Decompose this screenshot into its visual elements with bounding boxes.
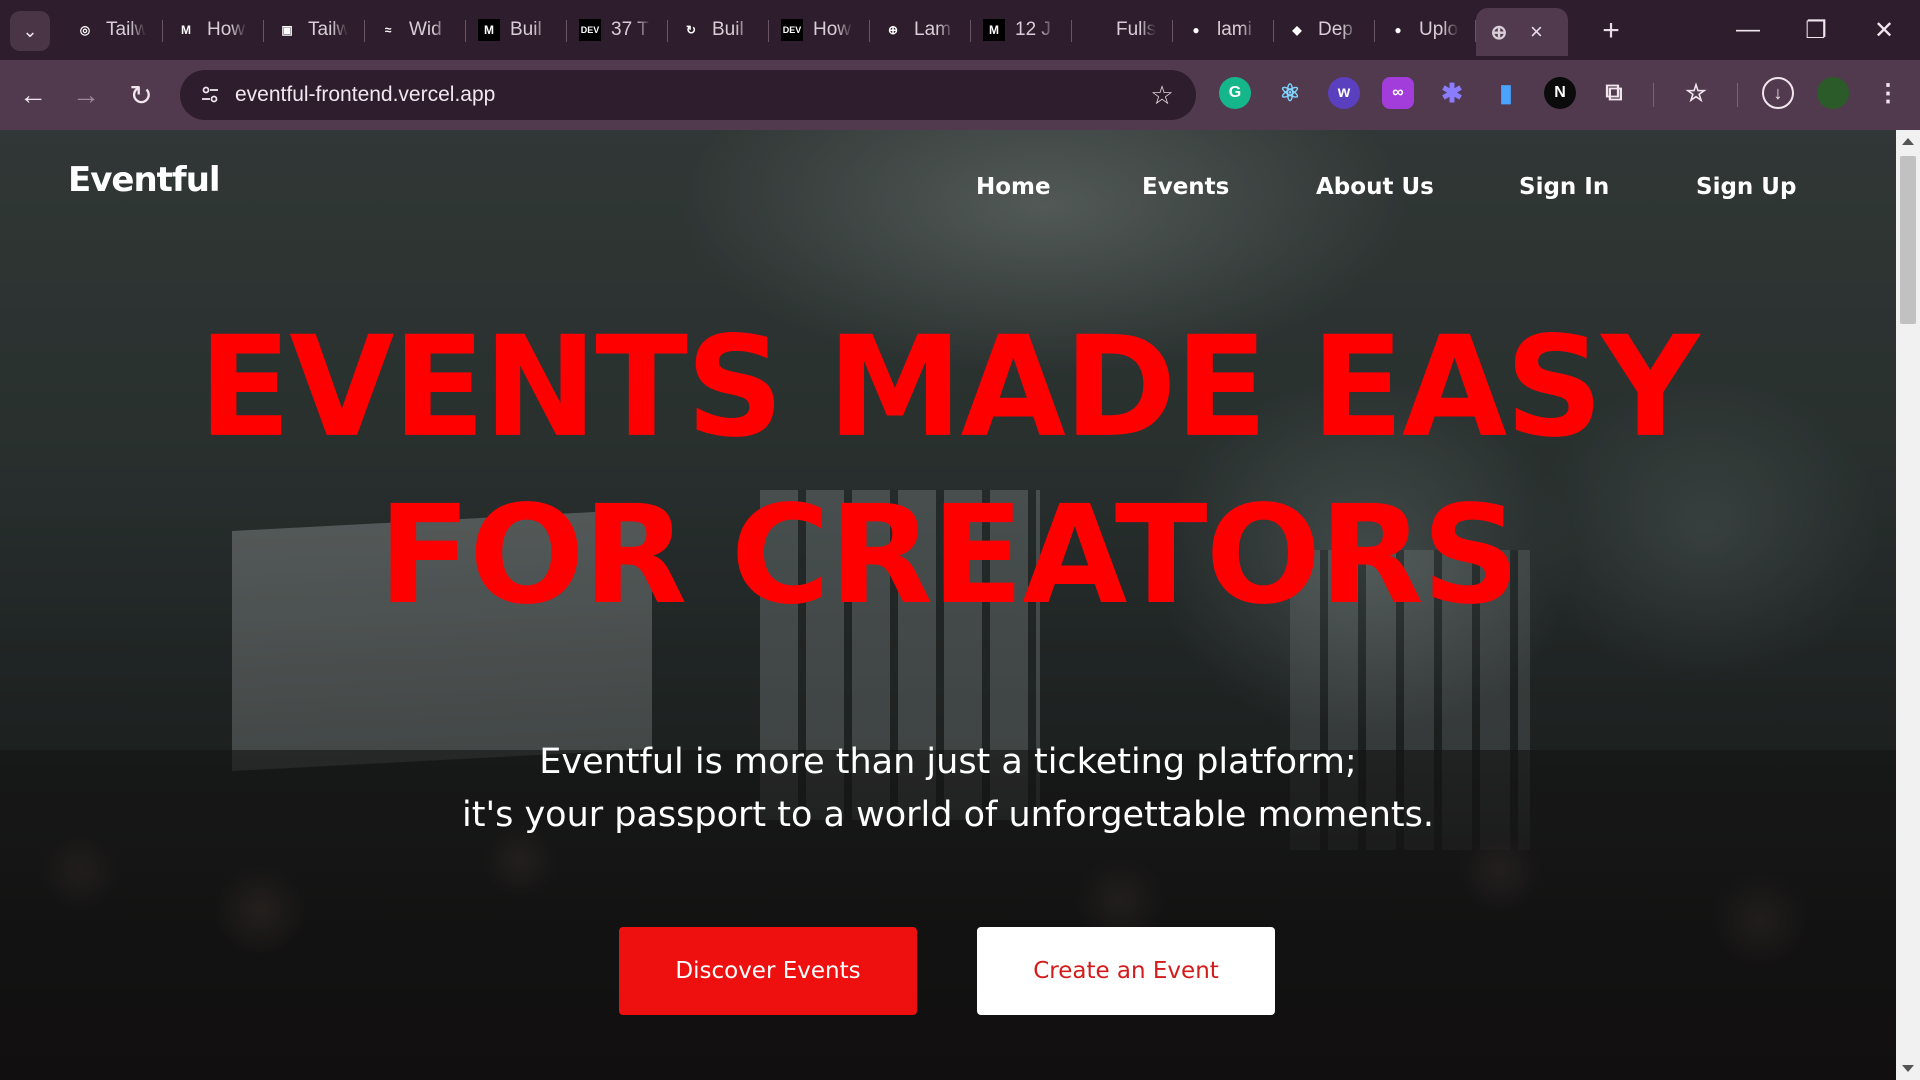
- browser-tab[interactable]: ↻ Buil: [668, 8, 769, 52]
- scroll-up-icon[interactable]: [1902, 138, 1914, 145]
- browser-tab[interactable]: ● Uplo: [1375, 8, 1476, 52]
- blank-icon: [1084, 19, 1106, 41]
- globe-icon: ⊕: [882, 19, 904, 41]
- tab-search-button[interactable]: ⌄: [10, 11, 50, 51]
- new-tab-button[interactable]: +: [1594, 14, 1628, 48]
- extension-purple-icon[interactable]: ∞: [1382, 77, 1414, 109]
- back-button[interactable]: ←: [15, 77, 51, 113]
- hero-subtext: Eventful is more than just a ticketing p…: [539, 742, 1357, 782]
- grammarly-extension-icon[interactable]: G: [1219, 77, 1251, 109]
- page-scrollbar[interactable]: [1896, 130, 1920, 1080]
- tab-title: 12 J: [1015, 19, 1051, 40]
- page-icon: ▣: [276, 19, 298, 41]
- dev-icon: DEV: [781, 19, 803, 41]
- tab-title: Tailw: [308, 19, 348, 40]
- create-event-button[interactable]: Create an Event: [977, 927, 1275, 1015]
- download-icon[interactable]: ↓: [1762, 77, 1794, 109]
- hero-headline: EVENTS MADE EASY: [198, 307, 1699, 469]
- tab-title: 37 T: [611, 19, 649, 40]
- medium-icon: M: [983, 19, 1005, 41]
- minimize-button[interactable]: —: [1726, 10, 1770, 50]
- dev-icon: DEV: [579, 19, 601, 41]
- tab-title: Buil: [510, 19, 542, 40]
- nav-link-home[interactable]: Home: [976, 174, 1051, 200]
- hero-headline: FOR CREATORS: [378, 477, 1520, 635]
- medium-icon: M: [478, 19, 500, 41]
- tab-title: Uplo: [1419, 19, 1459, 40]
- github-icon: ●: [1387, 19, 1409, 41]
- site-info-icon[interactable]: [194, 79, 226, 111]
- active-browser-tab[interactable]: ⊕ ×: [1476, 8, 1568, 56]
- browser-tab[interactable]: M How: [163, 8, 264, 52]
- browser-tab[interactable]: DEV How: [769, 8, 870, 52]
- extensions-puzzle-icon[interactable]: ⧉: [1598, 77, 1630, 109]
- tab-strip: ⌄ ◎ Tailw M How ▣ Tailw ≈ Wid M Buil DEV 37 T ↻ Buil D…: [0, 0, 1920, 60]
- profile-avatar[interactable]: [1817, 77, 1849, 109]
- bookmark-star-icon[interactable]: ☆: [1146, 79, 1178, 111]
- tab-title: Lam: [914, 19, 951, 40]
- url-text[interactable]: eventful-frontend.vercel.app: [235, 83, 495, 107]
- page-viewport: Eventful Home Events About Us Sign In Si…: [0, 130, 1896, 1080]
- browser-tab[interactable]: M 12 J: [971, 8, 1072, 52]
- discover-events-button[interactable]: Discover Events: [619, 927, 917, 1015]
- toolbar-separator: [1737, 83, 1738, 107]
- react-devtools-icon[interactable]: ⚛: [1274, 77, 1306, 109]
- openai-icon: ◎: [74, 19, 96, 41]
- globe-icon: ⊕: [1490, 21, 1508, 44]
- close-window-button[interactable]: ✕: [1862, 10, 1906, 50]
- reload-button[interactable]: ↻: [123, 77, 159, 113]
- tab-title: lami: [1217, 19, 1252, 40]
- menu-kebab-icon[interactable]: ⋮: [1872, 77, 1904, 109]
- tab-title: How: [207, 19, 246, 40]
- browser-tab[interactable]: Fulls: [1072, 8, 1173, 52]
- clipboard-extension-icon[interactable]: ▮: [1490, 77, 1522, 109]
- forward-button[interactable]: →: [68, 77, 104, 113]
- nav-link-about-us[interactable]: About Us: [1316, 174, 1434, 200]
- tab-title: How: [813, 19, 852, 40]
- nav-link-sign-in[interactable]: Sign In: [1519, 174, 1609, 200]
- tab-title: Tailw: [106, 19, 146, 40]
- tab-list: ◎ Tailw M How ▣ Tailw ≈ Wid M Buil DEV 37 T ↻ Buil DEV…: [62, 8, 1568, 56]
- nav-link-events[interactable]: Events: [1142, 174, 1229, 200]
- browser-tab[interactable]: DEV 37 T: [567, 8, 668, 52]
- toolbar-separator: [1653, 83, 1654, 107]
- browser-tab[interactable]: ● lami: [1173, 8, 1274, 52]
- tab-title: Dep: [1318, 19, 1353, 40]
- wappalyzer-icon[interactable]: w: [1328, 77, 1360, 109]
- browser-tab[interactable]: ◎ Tailw: [62, 8, 163, 52]
- scrollbar-thumb[interactable]: [1900, 156, 1916, 324]
- nav-link-sign-up[interactable]: Sign Up: [1696, 174, 1796, 200]
- diamond-icon: ◆: [1286, 19, 1308, 41]
- browser-tab[interactable]: ⊕ Lam: [870, 8, 971, 52]
- snowflake-extension-icon[interactable]: ✱: [1436, 77, 1468, 109]
- bookmarks-icon[interactable]: ☆: [1680, 77, 1712, 109]
- restore-button[interactable]: ❐: [1794, 10, 1838, 50]
- browser-tab[interactable]: M Buil: [466, 8, 567, 52]
- browser-tab[interactable]: ≈ Wid: [365, 8, 466, 52]
- github-icon: ●: [1185, 19, 1207, 41]
- tab-title: Wid: [409, 19, 442, 40]
- browser-tab[interactable]: ▣ Tailw: [264, 8, 365, 52]
- refresh-logo-icon: ↻: [680, 19, 702, 41]
- hero-subtext: it's your passport to a world of unforge…: [462, 795, 1434, 835]
- browser-tab[interactable]: ◆ Dep: [1274, 8, 1375, 52]
- close-tab-icon[interactable]: ×: [1530, 19, 1543, 45]
- tab-title: Buil: [712, 19, 744, 40]
- notion-extension-icon[interactable]: N: [1544, 77, 1576, 109]
- tailwind-icon: ≈: [377, 19, 399, 41]
- address-bar[interactable]: eventful-frontend.vercel.app ☆: [180, 70, 1196, 120]
- chevron-down-icon: ⌄: [22, 20, 38, 41]
- browser-toolbar: ← → ↻ eventful-frontend.vercel.app ☆: [0, 60, 1920, 130]
- scroll-down-icon[interactable]: [1902, 1065, 1914, 1072]
- medium-icon: M: [175, 19, 197, 41]
- site-logo[interactable]: Eventful: [68, 160, 221, 200]
- tab-title: Fulls: [1116, 19, 1156, 40]
